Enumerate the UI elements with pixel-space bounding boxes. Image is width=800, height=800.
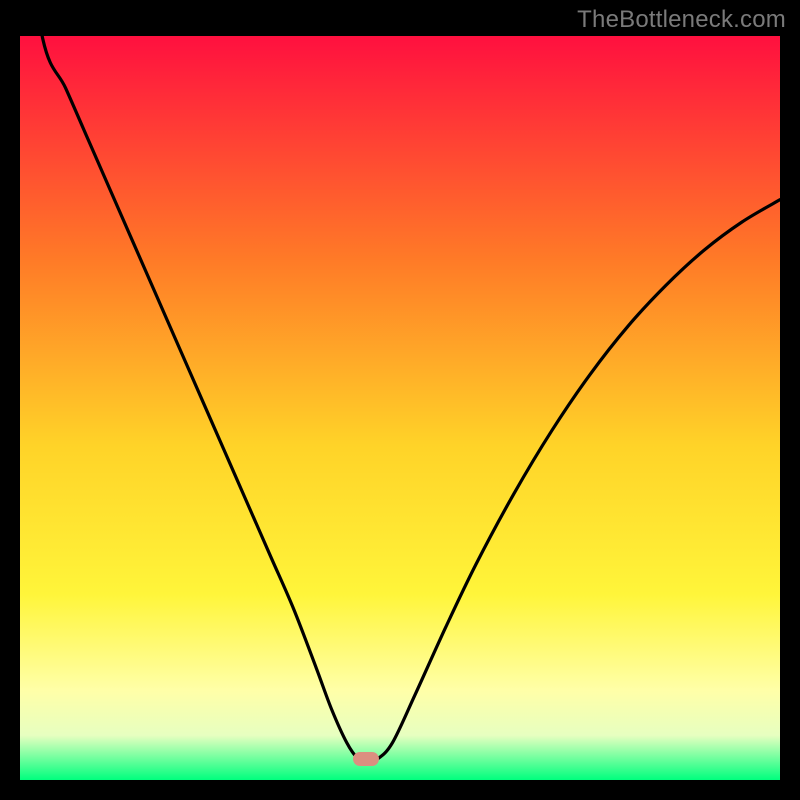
trough-marker	[353, 752, 379, 766]
plot-svg	[20, 36, 780, 780]
plot-area	[20, 36, 780, 780]
watermark-text: TheBottleneck.com	[577, 6, 786, 34]
gradient-background	[20, 36, 780, 780]
chart-frame: TheBottleneck.com	[0, 0, 800, 800]
